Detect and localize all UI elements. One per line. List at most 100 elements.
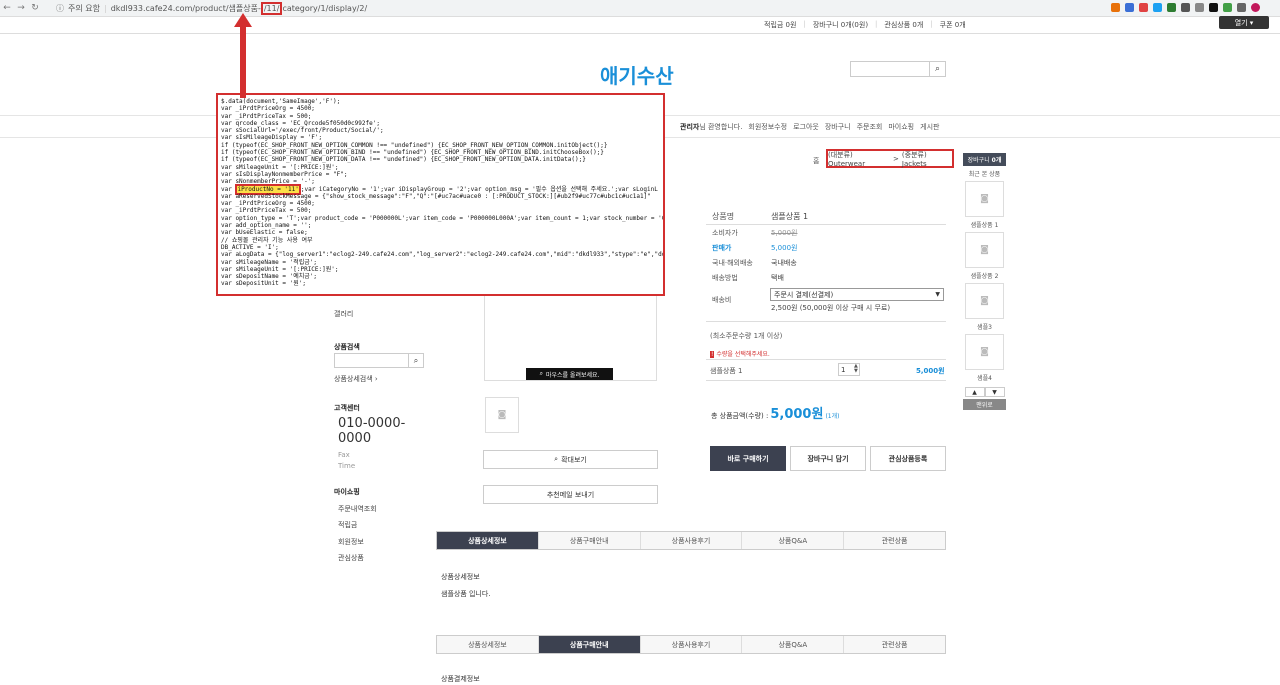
nav-orders[interactable]: 주문조회: [857, 122, 883, 132]
util-cart[interactable]: 장바구니 0개(0원): [813, 20, 868, 30]
sidebar-search-input[interactable]: ⌕: [334, 353, 424, 368]
util-bar: 적립금 0원 | 장바구니 0개(0원) | 관심상품 0개 | 쿠폰 0개: [764, 20, 966, 30]
camera-icon[interactable]: ◙: [965, 334, 1004, 370]
myshop-points[interactable]: 적립금: [338, 520, 357, 530]
myshop-wish[interactable]: 관심상품: [338, 553, 364, 563]
add-cart-button[interactable]: 장바구니 담기: [790, 446, 866, 471]
nav-logout[interactable]: 로그아웃: [793, 122, 819, 132]
recent-item-label[interactable]: 샘플상품 2: [963, 268, 1006, 283]
search-icon: ⌕: [554, 455, 559, 463]
nav-edit-profile[interactable]: 회원정보수정: [748, 122, 787, 132]
tab-detail[interactable]: 상품상세정보: [437, 636, 539, 653]
recent-title: 최근 본 상품: [968, 171, 1001, 178]
tab-qna[interactable]: 상품Q&A: [742, 636, 845, 653]
code-line: var _iPrdtPriceTax = 500;: [221, 112, 312, 120]
myshop-profile[interactable]: 회원정보: [338, 537, 364, 547]
quick-panel: 장바구니 0개 최근 본 상품 ◙ 샘플상품 1 ◙ 샘플상품 2 ◙ 샘플3 …: [963, 153, 1006, 410]
top-search-input[interactable]: ⌕: [850, 61, 946, 77]
reload-icon[interactable]: ↻: [28, 3, 42, 13]
forward-icon[interactable]: →: [14, 3, 28, 13]
code-line: var sDepositUnit = '원';: [221, 280, 306, 288]
nav-cart[interactable]: 장바구니: [825, 122, 851, 132]
extension-icon[interactable]: [1181, 3, 1190, 12]
guide-tabs: 상품상세정보 상품구매안내 상품사용후기 상품Q&A 관련상품: [436, 635, 946, 654]
code-line: if (typeof(EC_SHOP_FRONT_NEW_OPTION_COMM…: [221, 141, 608, 149]
extension-icon[interactable]: [1195, 3, 1204, 12]
security-warning: 주의 요함: [68, 4, 100, 13]
camera-icon[interactable]: ◙: [965, 181, 1004, 217]
add-wish-button[interactable]: 관심상품등록: [870, 446, 946, 471]
quick-cart[interactable]: 장바구니 0개: [963, 153, 1006, 166]
myshop-title: 마이쇼핑: [334, 488, 360, 496]
extension-icon[interactable]: [1111, 3, 1120, 12]
buy-now-button[interactable]: 바로 구매하기: [710, 446, 786, 471]
scroll-down-button[interactable]: ▼: [984, 387, 1005, 397]
tab-guide[interactable]: 상품구매안내: [538, 532, 641, 549]
option-warning: ! 수량을 선택해주세요.: [710, 351, 770, 358]
alert-icon: !: [710, 351, 715, 358]
util-points[interactable]: 적립금 0원: [764, 20, 796, 30]
code-line: var iProductNo = '11' ;var iCategoryNo = …: [221, 183, 658, 195]
tab-qna[interactable]: 상품Q&A: [742, 532, 845, 549]
back-to-top-button[interactable]: 맨위로: [963, 399, 1006, 410]
member-nav: 관리자님 환영합니다. 회원정보수정 로그아웃 장바구니 주문조회 마이쇼핑 게…: [680, 122, 939, 132]
sidebar-gallery[interactable]: 갤러리: [334, 309, 353, 319]
greeting: 관리자님 환영합니다.: [680, 123, 743, 131]
recent-item-label[interactable]: 샘플3: [963, 319, 1006, 334]
code-line: var sSocialUrl='/exec/front/Product/Soci…: [221, 127, 384, 135]
extension-icon[interactable]: [1223, 3, 1232, 12]
extension-icon[interactable]: [1237, 3, 1246, 12]
product-name: 샘플상품 1: [771, 212, 809, 221]
zoom-button[interactable]: ⌕ 확대보기: [483, 450, 658, 469]
tab-detail[interactable]: 상품상세정보: [437, 532, 539, 549]
total-price-row: 총 상품금액(수량) : 5,000원 (1개): [711, 403, 839, 422]
extension-icon[interactable]: [1209, 3, 1218, 12]
info-icon: ⓘ: [56, 4, 64, 13]
util-wish[interactable]: 관심상품 0개: [884, 20, 923, 30]
url-suffix: category/1/display/2/: [282, 4, 368, 13]
zoom-tip: ⌕ 마우스를 올려보세요.: [526, 368, 613, 380]
search-icon[interactable]: ⌕: [408, 354, 423, 367]
back-icon[interactable]: ←: [0, 3, 14, 13]
extension-icon[interactable]: [1125, 3, 1134, 12]
section-detail-title: 상품상세정보: [441, 573, 480, 581]
shipping-method: 택배: [771, 274, 784, 282]
nav-myshop[interactable]: 마이쇼핑: [888, 122, 914, 132]
breadcrumb-home[interactable]: 홈: [813, 156, 819, 166]
selected-item-name: 샘플상품 1: [710, 367, 743, 375]
shipping-fee-note: 2,500원 (50,000원 이상 구매 시 무료): [771, 304, 891, 312]
scroll-up-button[interactable]: ▲: [964, 387, 985, 397]
search-title: 상품검색: [334, 343, 360, 351]
tab-guide[interactable]: 상품구매안내: [538, 636, 641, 653]
camera-icon[interactable]: ◙: [965, 283, 1004, 319]
recent-item-label[interactable]: 샘플상품 1: [963, 217, 1006, 232]
camera-icon[interactable]: ◙: [965, 232, 1004, 268]
tab-related[interactable]: 관련상품: [844, 532, 945, 549]
myshop-orders[interactable]: 주문내역조회: [338, 504, 377, 514]
consumer-price: 5,000원: [771, 229, 798, 237]
cs-fax: Fax: [338, 451, 350, 459]
site-logo[interactable]: 애기수산: [600, 60, 674, 89]
breadcrumb-cat2[interactable]: (중분류) Jackets: [902, 150, 952, 168]
code-line: DB_ACTIVE = 'I';: [221, 243, 279, 251]
extension-icon[interactable]: [1139, 3, 1148, 12]
camera-icon[interactable]: ◙: [485, 397, 519, 433]
open-button[interactable]: 열기 ▾: [1219, 16, 1269, 29]
detail-search-link[interactable]: 상품상세검색 ›: [334, 374, 378, 384]
breadcrumb-cat1[interactable]: (대분류) Outerwear: [828, 150, 890, 168]
recommend-mail-button[interactable]: 추천메일 보내기: [483, 485, 658, 504]
profile-avatar[interactable]: [1251, 3, 1260, 12]
extension-icon[interactable]: [1153, 3, 1162, 12]
shipping-fee-select[interactable]: 주문시 결제(선결제) ▼: [770, 288, 944, 301]
address-bar[interactable]: ⓘ 주의 요함 | dkdl933.cafe24.com/product/샘플상…: [56, 2, 1066, 15]
tab-review[interactable]: 상품사용후기: [640, 636, 743, 653]
code-line: // 쇼핑몰 관리자 기능 사용 여부: [221, 236, 313, 244]
quantity-stepper[interactable]: ▲ ▼: [854, 364, 858, 374]
nav-board[interactable]: 게시판: [920, 122, 939, 132]
search-icon[interactable]: ⌕: [929, 62, 945, 76]
tab-review[interactable]: 상품사용후기: [640, 532, 743, 549]
tab-related[interactable]: 관련상품: [844, 636, 945, 653]
extension-icon[interactable]: [1167, 3, 1176, 12]
util-coupon[interactable]: 쿠폰 0개: [940, 20, 966, 30]
recent-item-label[interactable]: 샘플4: [963, 370, 1006, 385]
